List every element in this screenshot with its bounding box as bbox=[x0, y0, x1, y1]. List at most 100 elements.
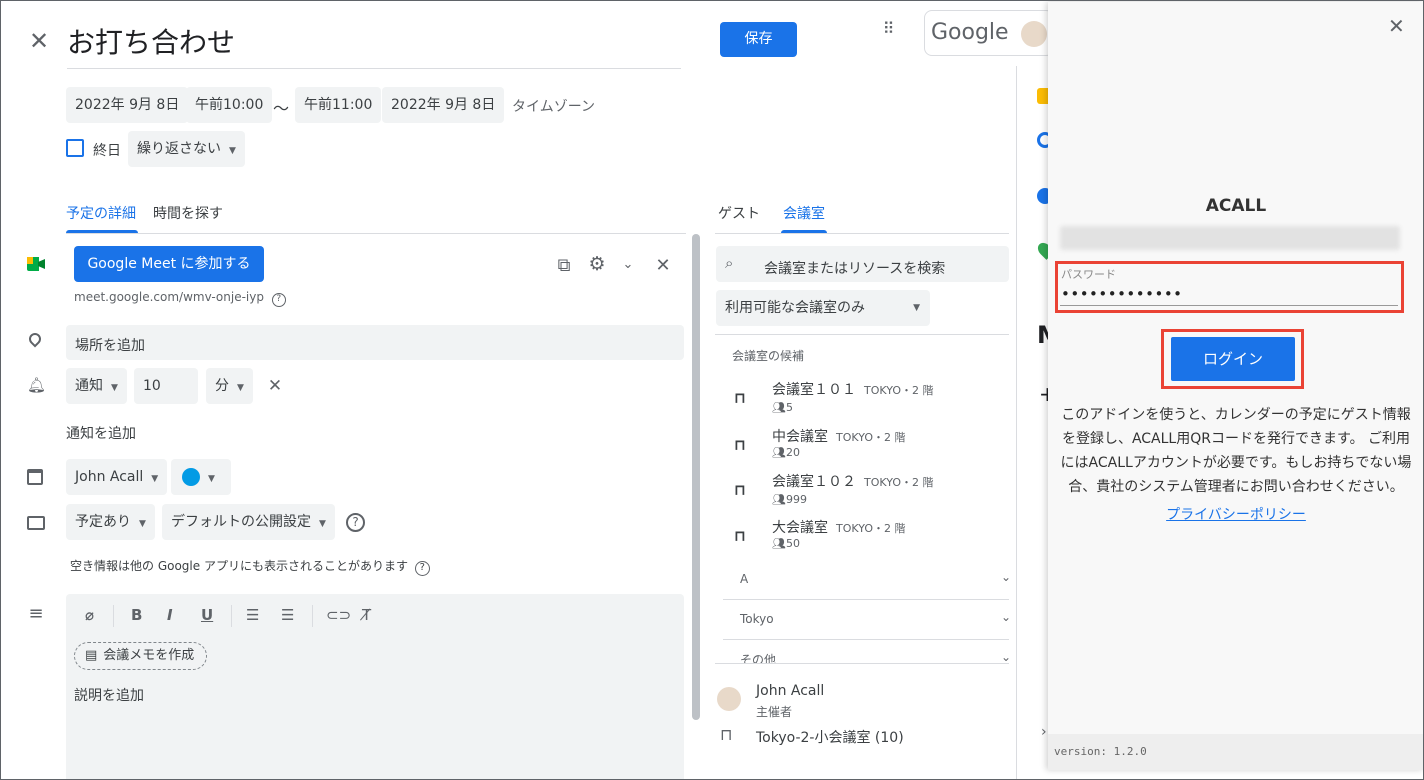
chevron-down-icon[interactable]: ⌄ bbox=[1001, 570, 1011, 584]
notification-value-input[interactable]: 10 bbox=[134, 368, 198, 404]
login-button[interactable]: ログイン bbox=[1171, 337, 1295, 381]
title-underline bbox=[67, 68, 681, 69]
app-window: ✕ お打ち合わせ 保存 ⠿ Google 2022年 9月 8日 午前10:00… bbox=[0, 0, 1424, 780]
all-day-label: 終日 bbox=[93, 143, 121, 159]
chevron-down-icon[interactable]: ⌄ bbox=[1001, 650, 1011, 664]
calendar-owner-select[interactable]: John Acall ▼ bbox=[66, 459, 168, 495]
room-list-item[interactable]: ⊓ 会議室１０２ TOKYO・2 階 👥︎999 bbox=[732, 471, 1002, 511]
join-google-meet-button[interactable]: Google Meet に参加する bbox=[74, 246, 264, 282]
event-color-select[interactable]: ▼ bbox=[171, 459, 231, 495]
end-time-chip[interactable]: 午前11:00 bbox=[295, 87, 382, 123]
chevron-right-icon[interactable]: › bbox=[1041, 724, 1047, 740]
google-account-chip[interactable]: Google bbox=[924, 10, 1054, 56]
acall-email-field[interactable] bbox=[1060, 226, 1400, 250]
apps-grid-icon[interactable]: ⠿ bbox=[877, 21, 901, 47]
underline-icon[interactable]: U bbox=[201, 606, 213, 624]
briefcase-icon bbox=[27, 516, 45, 530]
notification-type-select[interactable]: 通知 ▼ bbox=[66, 368, 127, 404]
link-icon[interactable]: ⊂⊃ bbox=[326, 606, 351, 624]
all-day-checkbox[interactable] bbox=[66, 139, 84, 157]
help-icon[interactable]: ? bbox=[271, 293, 286, 307]
room-group-tokyo[interactable]: Tokyo bbox=[740, 612, 774, 626]
availability-note-text: 空き情報は他の Google アプリにも表示されることがあります bbox=[70, 559, 408, 573]
chevron-down-icon[interactable]: ⌄ bbox=[619, 257, 637, 275]
description-editor[interactable] bbox=[66, 594, 684, 779]
repeat-value: 繰り返さない bbox=[137, 141, 221, 157]
chevron-down-icon: ▼ bbox=[208, 474, 215, 484]
toolbar-divider bbox=[231, 605, 232, 627]
copy-icon[interactable]: ⧉ bbox=[554, 255, 574, 277]
room-group-divider bbox=[723, 599, 1009, 600]
remove-notification-icon[interactable]: ✕ bbox=[265, 376, 285, 396]
close-meet-icon[interactable]: ✕ bbox=[653, 255, 673, 276]
room-group-divider bbox=[723, 639, 1009, 640]
attendee-name: John Acall bbox=[756, 683, 825, 699]
room-list-item[interactable]: ⊓ 大会議室 TOKYO・2 階 👥︎50 bbox=[732, 517, 1002, 557]
room-search-input[interactable]: ⌕ 会議室またはリソースを検索 bbox=[716, 246, 1009, 282]
close-icon[interactable]: ✕ bbox=[25, 27, 53, 55]
event-title[interactable]: お打ち合わせ bbox=[67, 21, 235, 61]
acall-description: このアドインを使うと、カレンダーの予定にゲスト情報を登録し、ACALL用QRコー… bbox=[1060, 407, 1412, 495]
attach-icon[interactable]: ⌀ bbox=[85, 606, 94, 624]
attendee-name: Tokyo-2-小会議室 (10) bbox=[756, 730, 904, 746]
visibility-value: デフォルトの公開設定 bbox=[171, 514, 311, 530]
tab-rooms[interactable]: 会議室 bbox=[783, 203, 825, 223]
meet-link[interactable]: meet.google.com/wmv-onje-iyp ? bbox=[74, 290, 286, 307]
attendee-row[interactable]: ⊓ Tokyo-2-小会議室 (10) bbox=[717, 725, 1007, 749]
acall-title: ACALL bbox=[1205, 196, 1267, 216]
room-group-a[interactable]: A bbox=[740, 572, 748, 586]
numbered-list-icon[interactable]: ☰ bbox=[246, 606, 259, 624]
add-notification-link[interactable]: 通知を追加 bbox=[66, 423, 136, 443]
start-date-chip[interactable]: 2022年 9月 8日 bbox=[66, 87, 189, 123]
room-filter-select[interactable]: 利用可能な会議室のみ ▼ bbox=[716, 290, 930, 326]
timezone-link[interactable]: タイムゾーン bbox=[512, 96, 595, 116]
save-button[interactable]: 保存 bbox=[720, 22, 797, 57]
avatar bbox=[717, 687, 741, 711]
notification-type-value: 通知 bbox=[75, 378, 103, 394]
room-candidates-label: 会議室の候補 bbox=[732, 349, 805, 363]
version-text: version: 1.2.0 bbox=[1054, 745, 1147, 758]
tabs-divider bbox=[66, 233, 686, 234]
room-list-item[interactable]: ⊓ 中会議室 TOKYO・2 階 👥︎20 bbox=[732, 426, 1002, 466]
tab-guests[interactable]: ゲスト bbox=[718, 203, 760, 223]
location-input[interactable]: 場所を追加 bbox=[66, 325, 684, 360]
close-panel-icon[interactable]: ✕ bbox=[1388, 14, 1405, 38]
meeting-notes-label: 会議メモを作成 bbox=[103, 648, 195, 663]
bold-icon[interactable]: B bbox=[131, 606, 142, 624]
availability-value: 予定あり bbox=[75, 514, 131, 530]
availability-select[interactable]: 予定あり ▼ bbox=[66, 504, 155, 540]
visibility-select[interactable]: デフォルトの公開設定 ▼ bbox=[162, 504, 335, 540]
meeting-notes-button[interactable]: ▤ 会議メモを作成 bbox=[74, 642, 208, 670]
end-date-chip[interactable]: 2022年 9月 8日 bbox=[382, 87, 505, 123]
chevron-down-icon: ▼ bbox=[237, 383, 244, 393]
password-input[interactable]: ••••••••••••• bbox=[1061, 285, 1183, 303]
help-icon[interactable]: ? bbox=[414, 561, 430, 576]
door-icon: ⊓ bbox=[720, 725, 733, 744]
version-bar: version: 1.2.0 bbox=[1048, 734, 1423, 770]
gear-icon[interactable]: ⚙ bbox=[586, 253, 608, 275]
tab-event-details[interactable]: 予定の詳細 bbox=[66, 203, 136, 223]
tab-find-time[interactable]: 時間を探す bbox=[153, 203, 223, 223]
acall-panel: ✕ ACALL パスワード ••••••••••••• ログイン このアドインを… bbox=[1048, 2, 1423, 770]
room-list-item[interactable]: ⊓ 会議室１０１ TOKYO・2 階 👥︎5 bbox=[732, 379, 1002, 419]
google-logo: Google bbox=[931, 20, 1009, 45]
search-icon: ⌕ bbox=[725, 254, 734, 272]
details-scrollbar[interactable] bbox=[692, 234, 700, 720]
privacy-policy-link[interactable]: プライバシーポリシー bbox=[1048, 504, 1423, 524]
room-group-other[interactable]: その他 bbox=[740, 651, 776, 663]
repeat-select[interactable]: 繰り返さない ▼ bbox=[128, 131, 245, 167]
calendar-owner-value: John Acall bbox=[75, 469, 144, 485]
attendee-row[interactable]: John Acall 主催者 bbox=[717, 683, 1007, 719]
chevron-down-icon[interactable]: ⌄ bbox=[1001, 610, 1011, 624]
door-icon: ⊓ bbox=[734, 481, 746, 499]
door-icon: ⊓ bbox=[734, 389, 746, 407]
attendee-divider bbox=[715, 663, 1009, 664]
help-icon[interactable]: ? bbox=[346, 513, 365, 532]
start-time-chip[interactable]: 午前10:00 bbox=[186, 87, 273, 123]
notification-unit-select[interactable]: 分 ▼ bbox=[206, 368, 253, 404]
toolbar-divider bbox=[312, 605, 313, 627]
italic-icon[interactable]: I bbox=[167, 606, 173, 624]
bulleted-list-icon[interactable]: ☰ bbox=[281, 606, 294, 624]
clear-formatting-icon[interactable]: T̸ bbox=[362, 606, 371, 624]
room-location: TOKYO・2 階 bbox=[836, 431, 906, 444]
